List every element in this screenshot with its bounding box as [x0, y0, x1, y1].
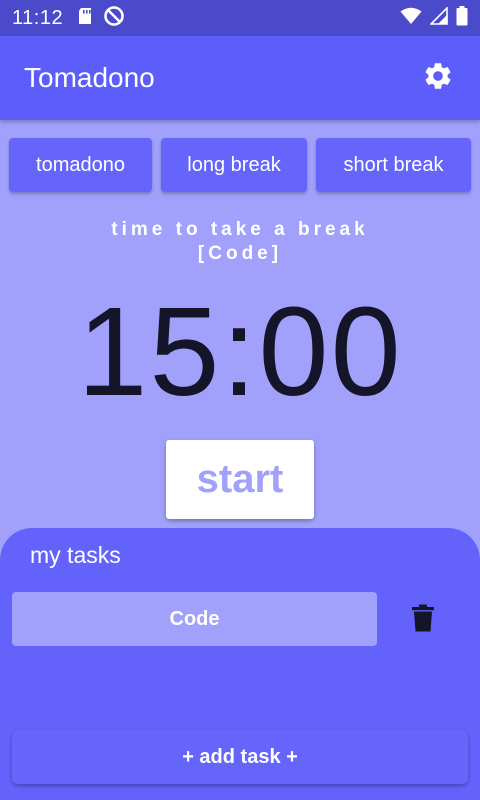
gear-icon — [422, 60, 454, 97]
sd-card-icon — [77, 7, 93, 30]
wifi-icon — [400, 7, 422, 30]
settings-button[interactable] — [420, 60, 456, 96]
start-button[interactable]: start — [166, 440, 314, 519]
no-disturb-icon — [103, 5, 125, 32]
timer-message-line: time to take a break — [111, 219, 369, 240]
tasks-panel: my tasks Code + add task + — [0, 528, 480, 800]
status-right-icons — [400, 5, 468, 31]
app-title: Tomadono — [24, 62, 155, 93]
timer-display: 15:00 — [77, 281, 403, 422]
status-time: 11:12 — [12, 6, 64, 29]
trash-icon — [411, 604, 435, 637]
tomadono-mode-button[interactable]: tomadono — [9, 138, 152, 192]
current-task-label: [Code] — [197, 243, 283, 264]
mode-selector: tomadono long break short break — [9, 138, 471, 192]
battery-icon — [456, 5, 468, 31]
long-break-mode-button[interactable]: long break — [161, 138, 307, 192]
short-break-mode-button[interactable]: short break — [316, 138, 471, 192]
app-bar: Tomadono — [0, 36, 480, 120]
timer-message: time to take a break [Code] — [0, 218, 480, 266]
add-task-button[interactable]: + add task + — [12, 730, 468, 784]
delete-task-button[interactable] — [408, 604, 438, 636]
signal-icon — [429, 5, 448, 30]
task-item[interactable]: Code — [12, 592, 377, 646]
tasks-heading: my tasks — [30, 542, 121, 568]
status-left-icons — [77, 5, 125, 32]
status-bar: 11:12 — [0, 0, 480, 36]
